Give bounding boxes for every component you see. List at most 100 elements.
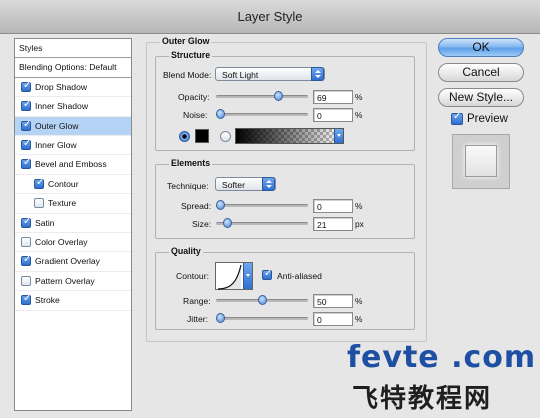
size-label: Size: — [192, 219, 212, 229]
gradient-radio[interactable] — [220, 131, 231, 142]
gradient-picker[interactable] — [235, 128, 344, 144]
elements-title: Elements — [169, 158, 213, 168]
range-field[interactable]: 50 — [313, 294, 353, 308]
style-item-pattern-overlay[interactable]: Pattern Overlay — [15, 272, 131, 292]
jitter-value: 0 — [317, 315, 322, 325]
noise-slider[interactable] — [216, 109, 308, 119]
blend-mode-label: Blend Mode: — [163, 70, 212, 80]
spread-slider-knob[interactable] — [216, 200, 225, 210]
preview-checkbox[interactable] — [451, 111, 463, 125]
style-item-label: Outer Glow — [35, 120, 79, 131]
style-item-color-overlay[interactable]: Color Overlay — [15, 233, 131, 253]
spread-slider-track — [216, 204, 308, 207]
noise-field[interactable]: 0 — [313, 108, 353, 122]
opacity-slider[interactable] — [216, 91, 308, 101]
style-item-texture[interactable]: Texture — [15, 194, 131, 214]
range-slider[interactable] — [216, 295, 308, 305]
blending-options-item[interactable]: Blending Options: Default — [15, 58, 131, 78]
watermark-text: fevte .com — [347, 340, 537, 375]
preview-label: Preview — [467, 113, 508, 125]
spread-slider[interactable] — [216, 200, 308, 210]
spread-value: 0 — [317, 202, 322, 212]
style-checkbox[interactable] — [21, 80, 31, 92]
outer-glow-title: Outer Glow — [160, 36, 212, 46]
style-item-inner-glow[interactable]: Inner Glow — [15, 136, 131, 156]
style-checkbox[interactable] — [21, 99, 31, 112]
cancel-button[interactable]: Cancel — [438, 63, 524, 82]
style-checkbox[interactable] — [34, 198, 44, 209]
jitter-slider-track — [216, 317, 308, 320]
style-item-label: Gradient Overlay — [35, 256, 100, 267]
style-item-stroke[interactable]: Stroke — [15, 291, 131, 311]
chevron-updown-icon — [262, 177, 275, 191]
style-item-label: Inner Glow — [35, 140, 77, 150]
ok-button[interactable]: OK — [438, 38, 524, 57]
range-label: Range: — [183, 296, 211, 306]
style-item-outer-glow[interactable]: Outer Glow — [15, 116, 131, 136]
style-item-label: Color Overlay — [35, 237, 88, 247]
style-item-label: Contour — [48, 178, 79, 189]
quality-title: Quality — [169, 246, 203, 256]
size-slider-knob[interactable] — [223, 218, 233, 228]
contour-picker[interactable] — [215, 262, 253, 290]
technique-value: Softer — [222, 180, 245, 190]
style-item-label: Bevel and Emboss — [35, 159, 107, 170]
range-slider-knob[interactable] — [258, 295, 267, 305]
opacity-field[interactable]: 69 — [313, 90, 353, 104]
style-item-label: Stroke — [35, 295, 60, 306]
anti-aliased-label: Anti-aliased — [277, 271, 322, 281]
noise-slider-track — [216, 113, 308, 116]
chevron-down-icon[interactable] — [243, 263, 252, 289]
opacity-value: 69 — [317, 93, 327, 103]
style-checkbox[interactable] — [21, 119, 31, 131]
new-style-button[interactable]: New Style... — [438, 88, 524, 107]
blend-mode-value: Soft Light — [222, 70, 259, 80]
jitter-slider[interactable] — [216, 313, 308, 323]
style-item-bevel-and-emboss[interactable]: Bevel and Emboss — [15, 155, 131, 175]
style-checkbox[interactable] — [21, 275, 31, 286]
style-checkbox[interactable] — [21, 216, 31, 228]
style-item-label: Inner Shadow — [35, 101, 89, 112]
style-checkbox[interactable] — [21, 293, 31, 306]
technique-select[interactable]: Softer — [215, 177, 276, 191]
jitter-slider-knob[interactable] — [216, 313, 225, 323]
jitter-unit: % — [355, 314, 363, 324]
watermark-chinese-text: 飞特教程网 — [352, 384, 493, 414]
spread-field[interactable]: 0 — [313, 199, 353, 213]
jitter-field[interactable]: 0 — [313, 312, 353, 326]
noise-slider-knob[interactable] — [216, 109, 225, 119]
size-unit: px — [355, 219, 364, 229]
style-checkbox[interactable] — [21, 157, 31, 170]
style-item-satin[interactable]: Satin — [15, 214, 131, 233]
style-checkbox[interactable] — [21, 254, 31, 267]
styles-header[interactable]: Styles — [15, 39, 131, 59]
dialog-title: Layer Style — [237, 9, 303, 24]
noise-unit: % — [355, 110, 363, 120]
style-item-label: Styles — [19, 43, 43, 53]
chevron-down-icon[interactable] — [334, 129, 343, 143]
style-item-contour[interactable]: Contour — [15, 175, 131, 195]
opacity-slider-knob[interactable] — [273, 91, 283, 101]
style-checkbox[interactable] — [21, 138, 31, 150]
anti-aliased-checkbox[interactable] — [262, 268, 272, 280]
contour-curve-icon — [217, 264, 242, 290]
range-value: 50 — [317, 297, 327, 307]
style-item-gradient-overlay[interactable]: Gradient Overlay — [15, 252, 131, 272]
style-item-inner-shadow[interactable]: Inner Shadow — [15, 97, 131, 117]
size-slider[interactable] — [216, 218, 308, 228]
glow-color-swatch[interactable] — [195, 129, 209, 143]
noise-label: Noise: — [183, 110, 208, 120]
blend-mode-select[interactable]: Soft Light — [215, 67, 325, 81]
style-item-drop-shadow[interactable]: Drop Shadow — [15, 78, 131, 98]
spread-unit: % — [355, 201, 363, 211]
size-field[interactable]: 21 — [313, 217, 353, 231]
technique-label: Technique: — [167, 181, 209, 191]
layer-style-dialog: Layer Style Styles Blending Options: Defa… — [0, 0, 540, 418]
jitter-label: Jitter: — [187, 314, 209, 324]
solid-color-radio[interactable] — [179, 131, 190, 142]
style-item-label: Satin — [35, 217, 55, 228]
style-preview-swatch — [452, 134, 510, 189]
style-checkbox[interactable] — [34, 177, 44, 189]
style-checkbox[interactable] — [21, 237, 31, 247]
style-item-label: Pattern Overlay — [35, 275, 95, 286]
